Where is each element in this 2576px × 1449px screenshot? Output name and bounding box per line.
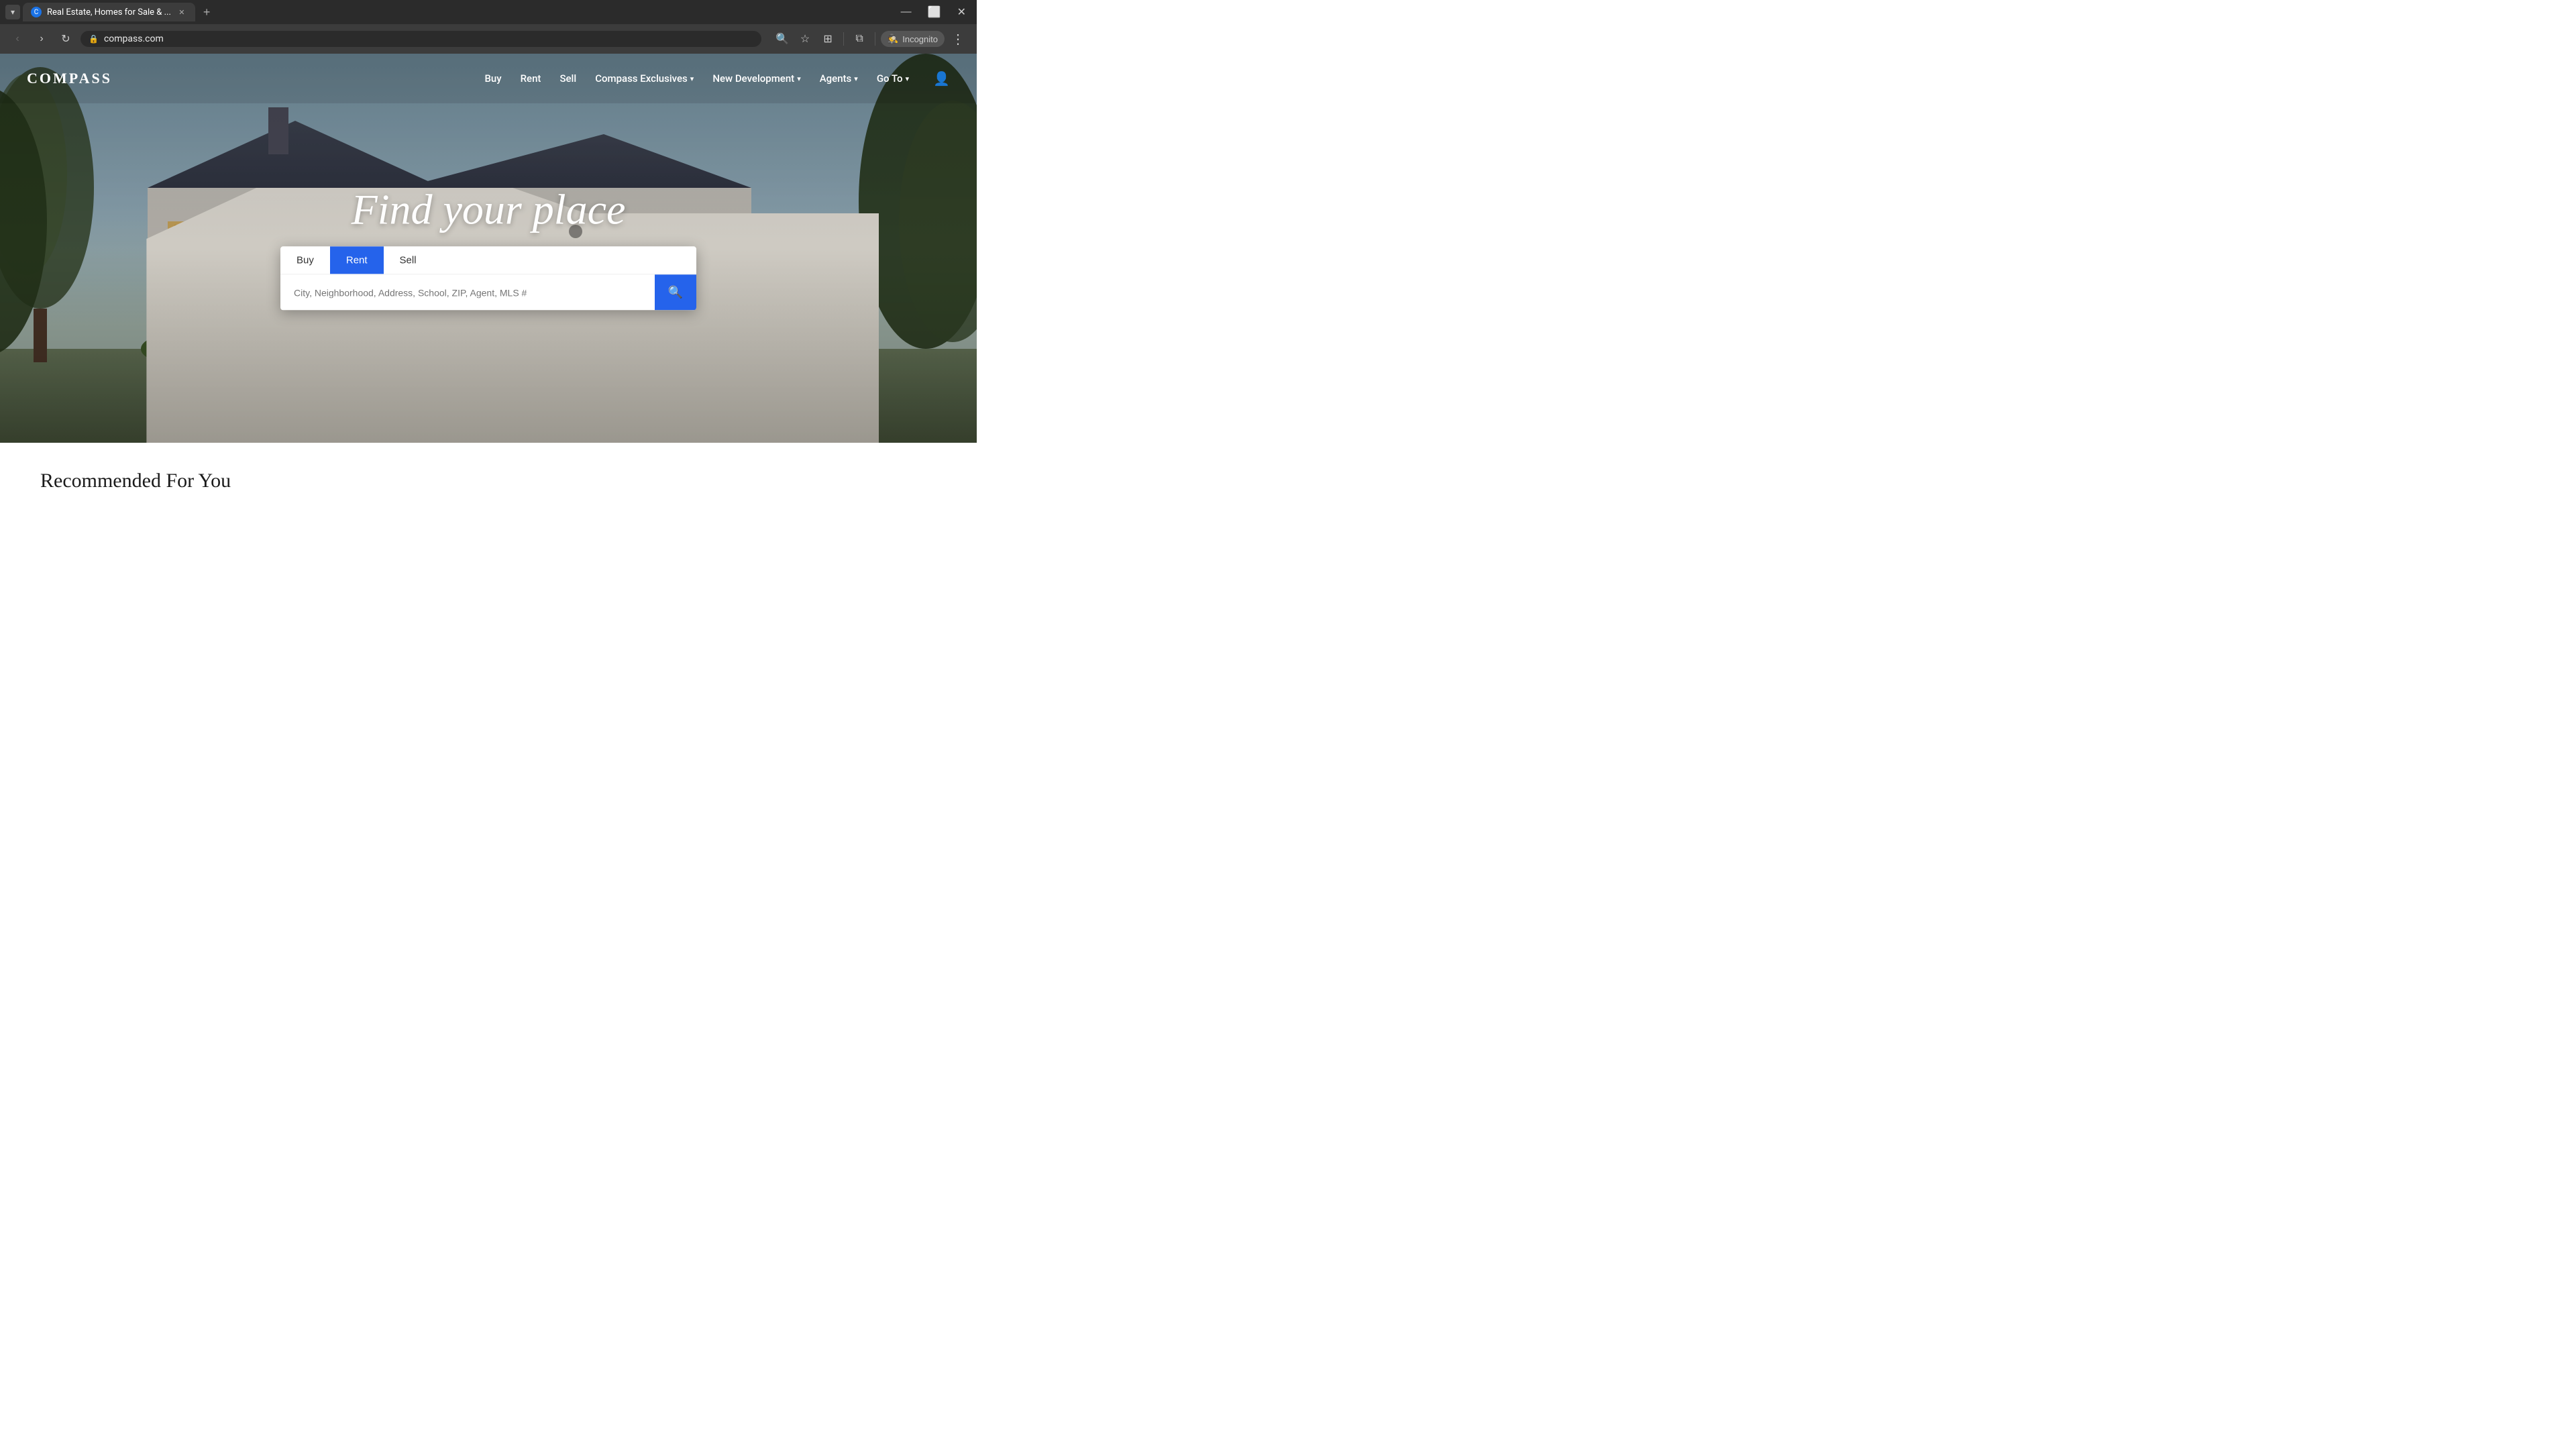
rent-tab[interactable]: Rent xyxy=(330,247,384,274)
new-development-nav-link[interactable]: New Development ▾ xyxy=(712,72,800,85)
minimize-button[interactable]: — xyxy=(896,4,917,20)
maximize-button[interactable]: ⬜ xyxy=(922,4,947,20)
close-button[interactable]: ✕ xyxy=(952,4,971,20)
hero-content: Find your place Buy Rent Sell 🔍 xyxy=(274,186,703,310)
tab-bar: ▾ C Real Estate, Homes for Sale & ... ✕ … xyxy=(0,0,977,24)
site-navigation: COMPASS Buy Rent Sell Compass Exclusives… xyxy=(0,54,977,103)
tab-group-button[interactable]: ▾ xyxy=(5,5,20,19)
compass-exclusives-chevron: ▾ xyxy=(690,74,694,83)
sell-nav-link[interactable]: Sell xyxy=(559,72,576,85)
buy-nav-link[interactable]: Buy xyxy=(484,72,501,85)
compass-exclusives-nav-link[interactable]: Compass Exclusives ▾ xyxy=(595,72,694,85)
browser-search-button[interactable]: 🔍 xyxy=(772,29,792,49)
goto-chevron: ▾ xyxy=(906,74,910,83)
search-icon: 🔍 xyxy=(668,286,683,300)
search-submit-button[interactable]: 🔍 xyxy=(655,275,696,311)
section-title: Recommended For You xyxy=(40,470,936,492)
tab-group-icon: ▾ xyxy=(11,7,15,17)
search-input-row: 🔍 xyxy=(280,274,696,311)
security-icon: 🔒 xyxy=(89,34,99,44)
extensions-button[interactable]: ⊞ xyxy=(818,29,838,49)
buy-tab[interactable]: Buy xyxy=(280,247,330,274)
browser-chrome: ▾ C Real Estate, Homes for Sale & ... ✕ … xyxy=(0,0,977,54)
site-logo[interactable]: COMPASS xyxy=(27,70,112,87)
forward-button[interactable]: › xyxy=(32,30,51,48)
refresh-button[interactable]: ↻ xyxy=(56,30,75,48)
new-tab-button[interactable]: + xyxy=(198,3,216,22)
sell-tab[interactable]: Sell xyxy=(384,247,433,274)
address-bar[interactable]: 🔒 compass.com xyxy=(80,31,761,47)
search-widget: Buy Rent Sell 🔍 xyxy=(280,247,696,311)
toolbar-icons: 🔍 ☆ ⊞ ⧉ 🕵️ Incognito ⋮ xyxy=(772,28,969,50)
tab-favicon: C xyxy=(31,7,42,17)
page-content: 6322 COMPASS Buy xyxy=(0,54,977,506)
goto-nav-link[interactable]: Go To ▾ xyxy=(877,72,909,85)
tab-close-button[interactable]: ✕ xyxy=(176,7,187,17)
back-button[interactable]: ‹ xyxy=(8,30,27,48)
hero-section: 6322 COMPASS Buy xyxy=(0,54,977,443)
tab-title: Real Estate, Homes for Sale & ... xyxy=(47,7,171,17)
search-tabs: Buy Rent Sell xyxy=(280,247,696,274)
rent-nav-link[interactable]: Rent xyxy=(521,72,541,85)
browser-navbar: ‹ › ↻ 🔒 compass.com 🔍 ☆ ⊞ ⧉ 🕵️ Incognito… xyxy=(0,24,977,54)
active-tab[interactable]: C Real Estate, Homes for Sale & ... ✕ xyxy=(23,3,195,21)
browser-menu-button[interactable]: ⋮ xyxy=(947,28,969,50)
window-controls: — ⬜ ✕ xyxy=(896,4,971,20)
nav-links: Buy Rent Sell Compass Exclusives ▾ New D… xyxy=(484,70,950,87)
agents-chevron: ▾ xyxy=(854,74,858,83)
user-icon[interactable]: 👤 xyxy=(933,70,950,87)
bookmark-button[interactable]: ☆ xyxy=(795,29,815,49)
recommended-section: Recommended For You xyxy=(0,443,977,506)
toolbar-divider xyxy=(843,32,844,46)
split-screen-button[interactable]: ⧉ xyxy=(849,29,869,49)
incognito-label: Incognito xyxy=(902,34,938,44)
search-input[interactable] xyxy=(280,276,655,309)
new-development-chevron: ▾ xyxy=(797,74,801,83)
hero-title: Find your place xyxy=(352,186,626,233)
incognito-icon: 🕵️ xyxy=(888,34,898,44)
agents-nav-link[interactable]: Agents ▾ xyxy=(820,72,858,85)
incognito-button[interactable]: 🕵️ Incognito xyxy=(881,31,945,47)
url-display: compass.com xyxy=(104,34,164,44)
